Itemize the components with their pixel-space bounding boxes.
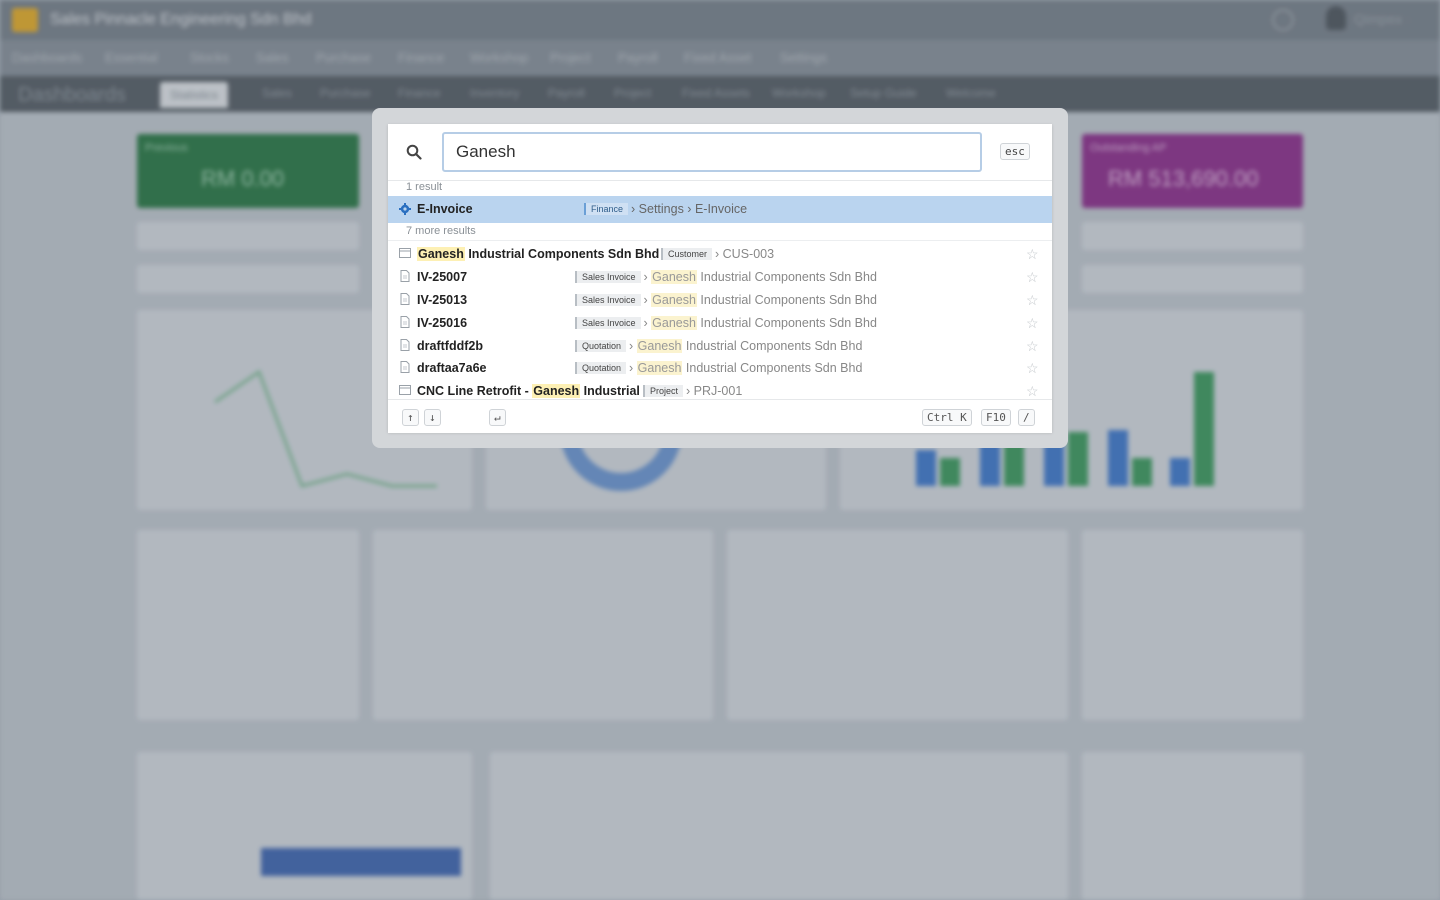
table-row[interactable]: draftfddf2b Quotation › Ganesh Industrial … [388, 335, 1052, 357]
divider [388, 240, 1052, 241]
document-icon [400, 316, 410, 328]
table-row[interactable]: IV-25007 Sales Invoice › Ganesh Industrial… [388, 266, 1052, 288]
shortcut-ctrl-k: Ctrl K [922, 409, 972, 426]
table-row[interactable]: IV-25013 Sales Invoice › Ganesh Industrial… [388, 289, 1052, 311]
table-row[interactable]: IV-25016 Sales Invoice › Ganesh Industrial… [388, 312, 1052, 334]
star-icon[interactable]: ☆ [1026, 315, 1039, 332]
result-meta: Sales Invoice › Ganesh Industrial Compone… [575, 270, 877, 284]
star-icon[interactable]: ☆ [1026, 269, 1039, 286]
document-icon [400, 361, 410, 373]
result-tag: Sales Invoice [575, 317, 641, 329]
result-tag: Finance [584, 203, 629, 215]
search-row: esc [388, 124, 1052, 181]
result-meta: Sales Invoice › Ganesh Industrial Compone… [575, 293, 877, 307]
result-title: IV-25007 [417, 270, 468, 284]
result-title: IV-25013 [417, 293, 468, 307]
command-palette: esc 1 result E-Invoice Finance› Settings… [388, 124, 1052, 433]
star-icon[interactable]: ☆ [1026, 338, 1039, 355]
result-title: draftfddf2b [417, 339, 483, 353]
result-tag: Sales Invoice [575, 294, 641, 306]
result-meta: Quotation › Ganesh Industrial Components … [575, 361, 862, 375]
result-tag: Quotation [575, 362, 627, 374]
result-path: › Settings › E-Invoice [631, 202, 748, 216]
result-title: Ganesh Industrial Components Sdn Bhd [417, 247, 660, 261]
gear-icon [399, 203, 411, 215]
result-title: E-Invoice [417, 202, 473, 216]
palette-footer: ↑ ↓ ↵ Ctrl K F10 / [388, 399, 1052, 433]
esc-key-hint[interactable]: esc [1000, 143, 1030, 160]
result-meta: Quotation › Ganesh Industrial Components … [575, 339, 862, 353]
shortcut-f10: F10 [981, 409, 1011, 426]
more-results-count: 7 more results [406, 225, 476, 237]
star-icon[interactable]: ☆ [1026, 360, 1039, 377]
table-row[interactable]: Ganesh Industrial Components Sdn Bhd Cust… [388, 243, 1052, 265]
result-tag: Quotation [575, 340, 627, 352]
result-tag: Project [643, 385, 684, 397]
result-meta: Sales Invoice › Ganesh Industrial Compone… [575, 316, 877, 330]
result-meta: Finance › Settings › E-Invoice [584, 202, 747, 216]
document-icon [400, 270, 410, 282]
star-icon[interactable]: ☆ [1026, 292, 1039, 309]
document-icon [400, 339, 410, 351]
enter-key-hint: ↵ [489, 409, 506, 426]
document-icon [400, 293, 410, 305]
shortcut-slash: / [1018, 409, 1035, 426]
result-title: draftaa7a6e [417, 361, 487, 375]
record-card-icon [399, 248, 411, 258]
arrow-down-key-hint: ↓ [424, 409, 441, 426]
result-tag: Customer [661, 248, 713, 260]
star-icon[interactable]: ☆ [1026, 383, 1039, 400]
star-icon[interactable]: ☆ [1026, 246, 1039, 263]
top-result-count: 1 result [406, 181, 443, 193]
arrow-up-key-hint: ↑ [402, 409, 419, 426]
result-meta: Project › PRJ-001 [643, 384, 742, 398]
result-title: CNC Line Retrofit - Ganesh Industrial [417, 384, 640, 398]
result-row-e-invoice[interactable]: E-Invoice Finance › Settings › E-Invoice [388, 196, 1052, 223]
search-input[interactable] [442, 132, 982, 172]
table-row[interactable]: draftaa7a6e Quotation › Ganesh Industrial … [388, 357, 1052, 379]
result-meta: Customer › CUS-003 [661, 247, 774, 261]
result-title: IV-25016 [417, 316, 468, 330]
search-icon [406, 144, 422, 160]
result-tag: Sales Invoice [575, 271, 641, 283]
record-card-icon [399, 385, 411, 395]
